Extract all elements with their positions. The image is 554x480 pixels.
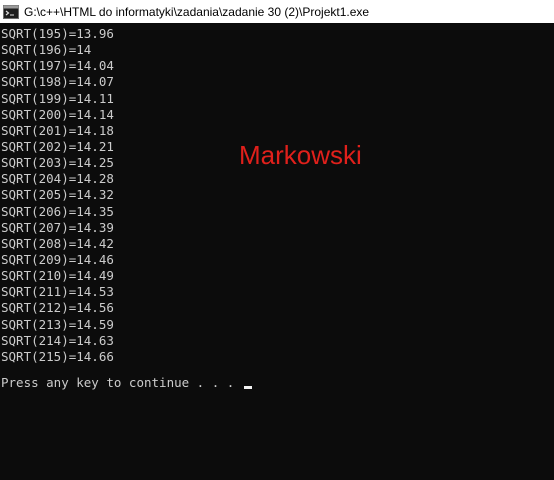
console-output-line: SQRT(210)=14.49 [1, 268, 114, 284]
window-title: G:\c++\HTML do informatyki\zadania\zadan… [24, 4, 370, 19]
console-output-line: SQRT(211)=14.53 [1, 284, 114, 300]
text-cursor [243, 386, 252, 389]
console-output-line: SQRT(212)=14.56 [1, 300, 114, 316]
console-output-line: SQRT(213)=14.59 [1, 316, 114, 332]
author-watermark: Markowski [239, 140, 362, 170]
console-output-line: SQRT(204)=14.28 [1, 171, 114, 187]
console-output-line: SQRT(203)=14.25 [1, 155, 114, 171]
console-output-lines: SQRT(195)=13.96 SQRT(196)=14 SQRT(197)=14.… [1, 26, 114, 365]
console-output-line: SQRT(209)=14.46 [1, 251, 114, 267]
console-output-line: SQRT(202)=14.21 [1, 138, 114, 154]
console-output-line: SQRT(196)=14 [1, 42, 92, 58]
window-titlebar[interactable]: G:\c++\HTML do informatyki\zadania\zadan… [0, 0, 554, 23]
console-output-line: SQRT(215)=14.66 [1, 348, 114, 364]
console-output-line: SQRT(198)=14.07 [1, 74, 114, 90]
console-output-line: SQRT(205)=14.32 [1, 187, 114, 203]
console-output-line: SQRT(200)=14.14 [1, 106, 114, 122]
console-output-line: SQRT(208)=14.42 [1, 235, 114, 251]
console-output-line: SQRT(199)=14.11 [1, 90, 114, 106]
console-output-line: SQRT(195)=13.96 [1, 26, 114, 41]
continue-prompt: Press any key to continue . . . [1, 375, 252, 391]
console-output-line: SQRT(206)=14.35 [1, 203, 114, 219]
console-output-line: SQRT(197)=14.04 [1, 58, 114, 74]
console-app-icon [3, 4, 19, 19]
continue-prompt-text: Press any key to continue . . . [1, 375, 242, 390]
console-output-line: SQRT(207)=14.39 [1, 219, 114, 235]
console-output-area[interactable]: SQRT(195)=13.96 SQRT(196)=14 SQRT(197)=14.… [0, 23, 554, 480]
console-output-line: SQRT(214)=14.63 [1, 332, 114, 348]
console-output-line: SQRT(201)=14.18 [1, 122, 114, 138]
